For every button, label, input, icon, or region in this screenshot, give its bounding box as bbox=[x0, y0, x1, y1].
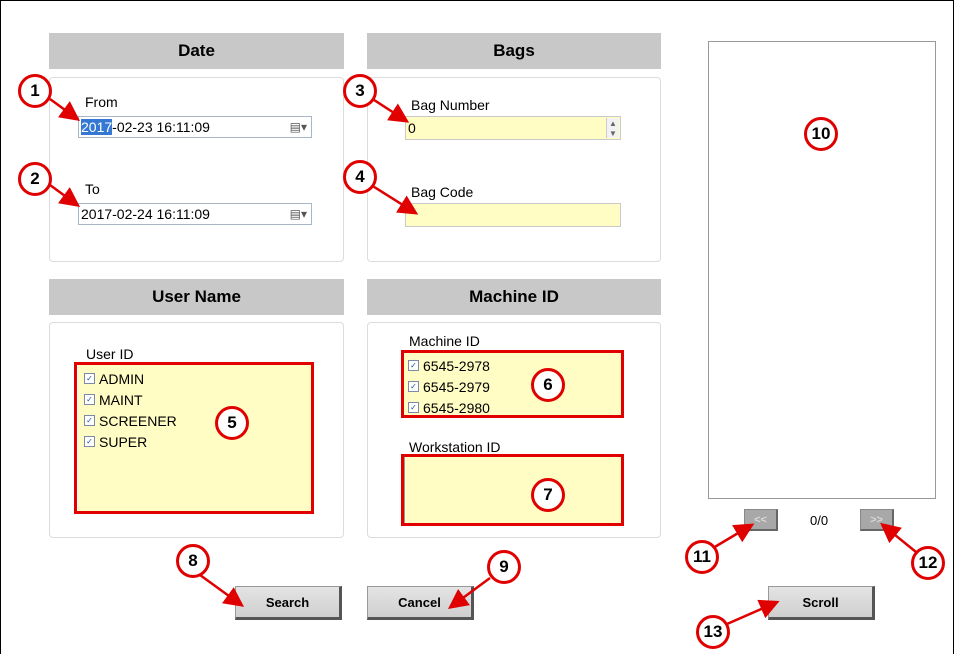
callout-number: 8 bbox=[176, 544, 210, 578]
callout-number: 9 bbox=[487, 550, 521, 584]
callout-arrow bbox=[447, 576, 491, 609]
callout-number: 11 bbox=[685, 540, 719, 574]
callout-arrow bbox=[199, 573, 245, 607]
callout-arrow bbox=[370, 183, 419, 215]
callout-number: 6 bbox=[531, 368, 565, 402]
callout-arrow bbox=[712, 523, 755, 550]
callout-arrow bbox=[880, 522, 917, 553]
callout-number: 10 bbox=[804, 117, 838, 151]
callout-arrow bbox=[370, 96, 410, 123]
callout-arrow bbox=[726, 599, 780, 626]
callout-number: 1 bbox=[18, 74, 52, 108]
callout-number: 4 bbox=[343, 160, 377, 194]
callout-arrow bbox=[49, 183, 81, 207]
callout-number: 3 bbox=[343, 74, 377, 108]
callout-number: 13 bbox=[696, 615, 730, 649]
callout-number: 2 bbox=[18, 162, 52, 196]
callout-number: 12 bbox=[911, 546, 945, 580]
callout-number: 5 bbox=[215, 406, 249, 440]
callout-number: 7 bbox=[531, 478, 565, 512]
callout-arrow bbox=[49, 97, 81, 121]
callout-arrows bbox=[49, 96, 917, 626]
